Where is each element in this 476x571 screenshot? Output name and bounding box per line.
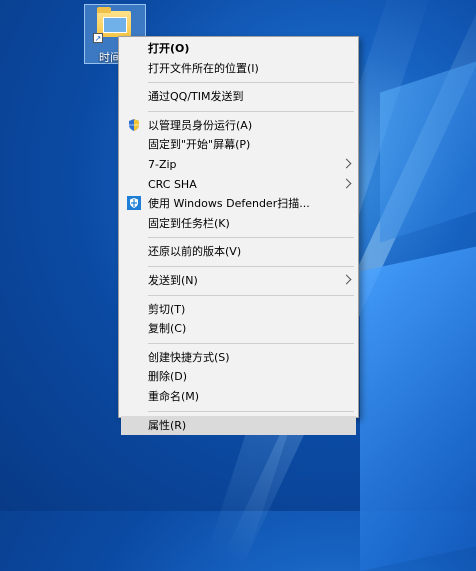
menu-item[interactable]: 属性(R) bbox=[121, 415, 356, 436]
menu-item[interactable]: 打开(O) bbox=[121, 39, 356, 59]
menu-item-label: 固定到"开始"屏幕(P) bbox=[148, 138, 251, 152]
menu-item[interactable]: 通过QQ/TIM发送到 bbox=[121, 87, 356, 107]
menu-item-label: 剪切(T) bbox=[148, 302, 186, 316]
menu-item-label: 创建快捷方式(S) bbox=[148, 350, 230, 364]
menu-separator bbox=[148, 265, 354, 267]
menu-item-label: 复制(C) bbox=[148, 322, 187, 336]
menu-item-label: 重命名(M) bbox=[148, 389, 200, 403]
menu-item-label: CRC SHA bbox=[148, 177, 197, 191]
menu-item[interactable]: CRC SHA bbox=[121, 175, 356, 195]
menu-separator bbox=[148, 342, 354, 344]
submenu-arrow-icon bbox=[341, 274, 352, 285]
menu-separator bbox=[148, 410, 354, 412]
menu-item[interactable]: 使用 Windows Defender扫描... bbox=[121, 194, 356, 214]
windows-defender-icon bbox=[127, 196, 141, 211]
menu-item-label: 打开(O) bbox=[148, 42, 190, 55]
menu-item[interactable]: 重命名(M) bbox=[121, 387, 356, 407]
menu-item-label: 删除(D) bbox=[148, 370, 188, 384]
menu-item-label: 以管理员身份运行(A) bbox=[148, 118, 253, 132]
menu-item-label: 使用 Windows Defender扫描... bbox=[148, 197, 310, 211]
menu-item[interactable]: 固定到任务栏(K) bbox=[121, 214, 356, 234]
menu-item-label: 通过QQ/TIM发送到 bbox=[148, 90, 244, 104]
shortcut-arrow-icon: ↗ bbox=[93, 33, 103, 43]
submenu-arrow-icon bbox=[341, 178, 352, 189]
menu-item-label: 7-Zip bbox=[148, 157, 177, 171]
menu-separator bbox=[148, 294, 354, 296]
menu-item[interactable]: 复制(C) bbox=[121, 319, 356, 339]
menu-item[interactable]: 打开文件所在的位置(I) bbox=[121, 59, 356, 79]
menu-item-label: 属性(R) bbox=[148, 418, 187, 432]
menu-item[interactable]: 发送到(N) bbox=[121, 271, 356, 291]
menu-item[interactable]: 以管理员身份运行(A) bbox=[121, 116, 356, 136]
submenu-arrow-icon bbox=[341, 158, 352, 169]
menu-item-label: 固定到任务栏(K) bbox=[148, 216, 230, 230]
wallpaper-window-pane bbox=[360, 228, 476, 571]
menu-separator bbox=[148, 82, 354, 84]
wallpaper-window-pane bbox=[380, 47, 476, 243]
uac-shield-icon bbox=[127, 118, 141, 132]
menu-item-label: 打开文件所在的位置(I) bbox=[148, 61, 259, 75]
menu-separator bbox=[148, 237, 354, 239]
menu-item[interactable]: 创建快捷方式(S) bbox=[121, 348, 356, 368]
menu-item[interactable]: 还原以前的版本(V) bbox=[121, 242, 356, 262]
menu-item[interactable]: 剪切(T) bbox=[121, 300, 356, 320]
menu-item-label: 还原以前的版本(V) bbox=[148, 245, 242, 259]
menu-separator bbox=[148, 110, 354, 112]
menu-item-label: 发送到(N) bbox=[148, 273, 198, 287]
menu-item[interactable]: 固定到"开始"屏幕(P) bbox=[121, 135, 356, 155]
menu-item[interactable]: 7-Zip bbox=[121, 155, 356, 175]
context-menu: 打开(O) 打开文件所在的位置(I) 通过QQ/TIM发送到 以管理员身份运行(A) 固… bbox=[118, 36, 359, 436]
menu-item[interactable]: 删除(D) bbox=[121, 367, 356, 387]
